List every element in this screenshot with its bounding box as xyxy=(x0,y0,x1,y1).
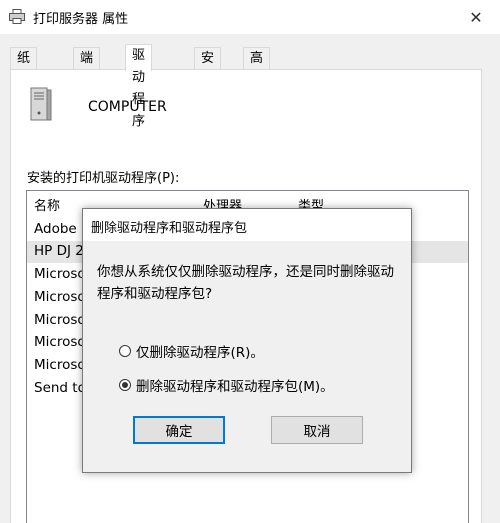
driver-name: Send to xyxy=(34,380,86,396)
printer-icon xyxy=(9,9,25,24)
tab-advanced[interactable]: 高级 xyxy=(243,47,271,88)
column-header-name[interactable]: 名称 xyxy=(34,195,60,214)
dialog-title-bar: 删除驱动程序和驱动程序包 xyxy=(83,209,411,241)
dialog-title: 删除驱动程序和驱动程序包 xyxy=(91,221,248,236)
option-remove-driver-only[interactable]: 仅删除驱动程序(R)。 xyxy=(119,341,264,361)
tab-paper-sizes[interactable]: 纸张规格 xyxy=(10,47,38,132)
radio-button-checked[interactable] xyxy=(119,379,131,391)
server-icon xyxy=(30,87,52,121)
tab-ports[interactable]: 端口 xyxy=(73,47,101,88)
remove-driver-dialog: 删除驱动程序和驱动程序包 你想从系统仅仅删除驱动程序，还是同时删除驱动程序和驱动… xyxy=(82,208,412,473)
option-remove-driver-and-package[interactable]: 删除驱动程序和驱动程序包(M)。 xyxy=(119,375,334,395)
driver-name: Microso xyxy=(34,289,86,305)
driver-name: Microso xyxy=(34,334,86,350)
ok-button[interactable]: 确定 xyxy=(133,416,225,444)
cancel-button[interactable]: 取消 xyxy=(271,416,363,444)
driver-name: Microso xyxy=(34,357,86,373)
driver-name: Microso xyxy=(34,266,86,282)
title-bar: 打印服务器 属性 ✕ xyxy=(0,0,500,34)
option-label: 删除驱动程序和驱动程序包(M)。 xyxy=(136,379,334,395)
option-label: 仅删除驱动程序(R)。 xyxy=(136,345,264,361)
server-name: COMPUTER xyxy=(88,99,167,115)
driver-name: HP DJ 2 xyxy=(34,243,84,259)
tab-security[interactable]: 安全 xyxy=(194,47,222,88)
tab-drivers[interactable]: 驱动程序 xyxy=(125,44,153,129)
print-server-properties-window: 打印服务器 属性 ✕ 纸张规格 端口 驱动程序 安全 高级 COMPUTER 安… xyxy=(0,0,500,523)
radio-button-unchecked[interactable] xyxy=(119,345,131,357)
close-icon: ✕ xyxy=(469,7,483,27)
window-title: 打印服务器 属性 xyxy=(33,12,129,27)
close-button[interactable]: ✕ xyxy=(452,0,500,34)
driver-name: Microso xyxy=(34,312,86,328)
installed-drivers-label: 安装的打印机驱动程序(P): xyxy=(27,171,180,186)
driver-name: Adobe xyxy=(34,221,77,237)
dialog-message: 你想从系统仅仅删除驱动程序，还是同时删除驱动程序和驱动程序包? xyxy=(97,264,394,302)
